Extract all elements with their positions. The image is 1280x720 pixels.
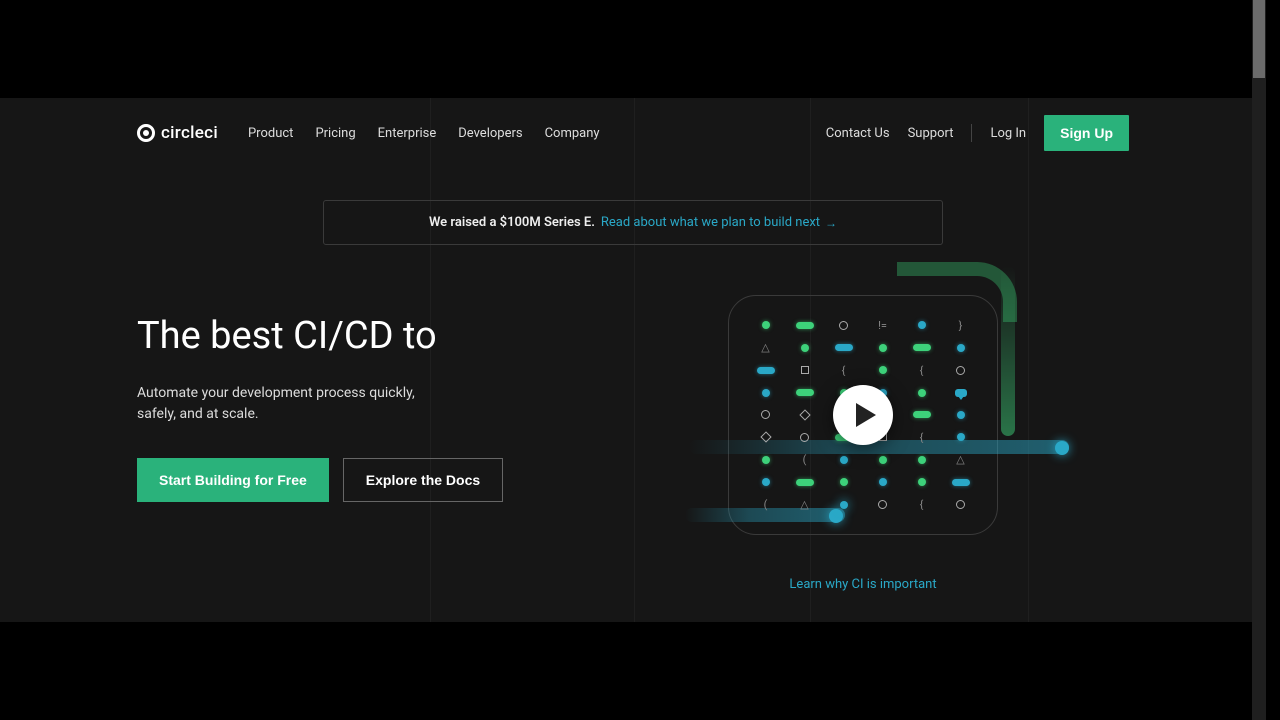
banner-link-text: Read about what we plan to build next xyxy=(601,215,820,230)
nav-login[interactable]: Log In xyxy=(990,126,1026,141)
glow-path-icon xyxy=(897,262,1017,322)
glow-node-icon xyxy=(1055,441,1069,455)
nav-main: Product Pricing Enterprise Developers Co… xyxy=(248,126,600,141)
arrow-right-icon: → xyxy=(825,216,837,230)
nav-divider xyxy=(971,124,972,142)
cta-explore-docs-button[interactable]: Explore the Docs xyxy=(343,458,503,502)
hero-video-thumbnail[interactable]: != } △ { xyxy=(557,315,1129,592)
brand-name: circleci xyxy=(161,123,218,143)
brand-logo[interactable]: circleci xyxy=(137,123,218,143)
signup-button[interactable]: Sign Up xyxy=(1044,115,1129,151)
nav-support[interactable]: Support xyxy=(908,126,954,141)
nav-developers[interactable]: Developers xyxy=(458,126,522,141)
scroll-thumb[interactable] xyxy=(1253,0,1265,78)
learn-why-ci-link[interactable]: Learn why CI is important xyxy=(789,577,936,592)
play-video-button[interactable] xyxy=(833,385,893,445)
banner-label: We raised a $100M Series E. xyxy=(429,215,595,230)
nav-company[interactable]: Company xyxy=(545,126,600,141)
banner-link[interactable]: Read about what we plan to build next → xyxy=(601,215,837,230)
code-grid-panel: != } △ { xyxy=(728,295,998,535)
logo-icon xyxy=(137,124,155,142)
cta-start-building-button[interactable]: Start Building for Free xyxy=(137,458,329,502)
vertical-scrollbar[interactable] xyxy=(1252,0,1266,720)
nav-secondary: Contact Us Support Log In Sign Up xyxy=(826,115,1129,151)
nav-pricing[interactable]: Pricing xyxy=(315,126,355,141)
nav-enterprise[interactable]: Enterprise xyxy=(378,126,437,141)
glow-path-icon xyxy=(1001,266,1015,436)
hero-title: The best CI/CD to xyxy=(137,315,517,359)
hero-subtitle: Automate your development process quickl… xyxy=(137,383,447,426)
hero-copy: The best CI/CD to Automate your developm… xyxy=(137,315,517,502)
site-header: circleci Product Pricing Enterprise Deve… xyxy=(137,98,1129,146)
nav-product[interactable]: Product xyxy=(248,126,293,141)
play-icon xyxy=(856,403,876,427)
announcement-banner[interactable]: We raised a $100M Series E. Read about w… xyxy=(323,200,943,245)
nav-contact[interactable]: Contact Us xyxy=(826,126,890,141)
